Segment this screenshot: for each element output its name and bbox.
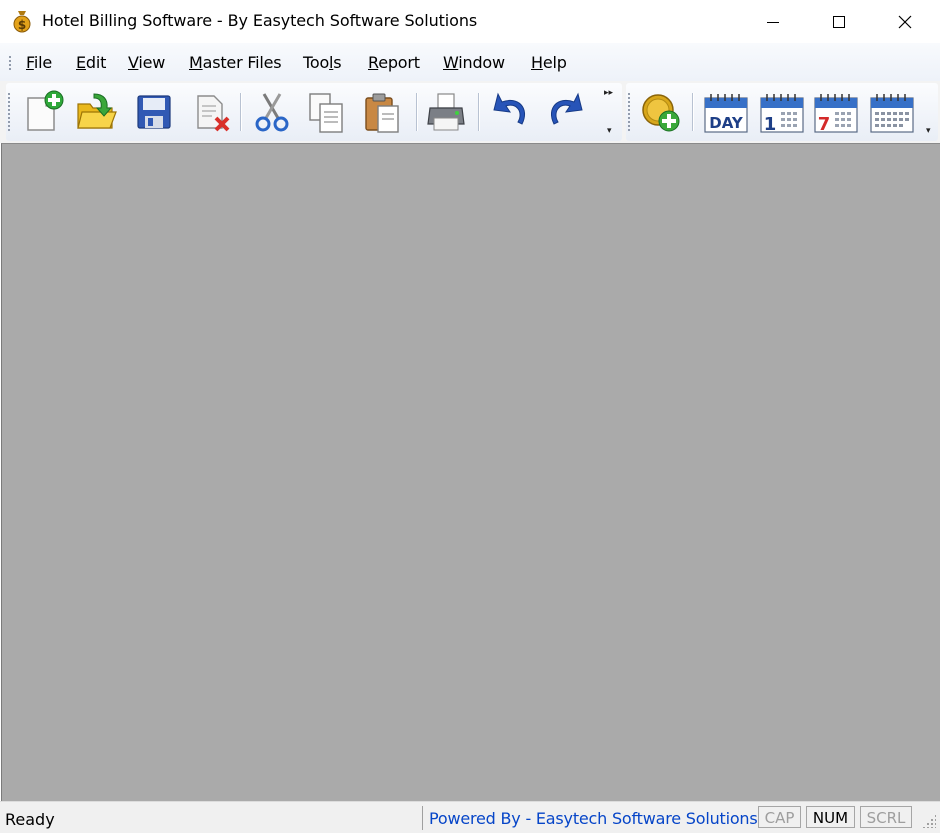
menu-master-files[interactable]: Master Files	[189, 53, 282, 72]
menu-tools[interactable]: Tools	[303, 53, 342, 72]
paste-icon	[365, 93, 399, 133]
close-icon	[898, 15, 912, 28]
copy-icon	[309, 93, 343, 133]
menu-help[interactable]: Help	[531, 53, 567, 72]
add-bill-icon	[642, 94, 680, 132]
menu-view-mnemonic: V	[128, 53, 139, 72]
toolbar-overflow-chevron-icon[interactable]: ▾	[607, 127, 612, 136]
mdi-client-area[interactable]	[1, 143, 940, 801]
undo-button[interactable]	[484, 86, 536, 138]
resize-grip-icon[interactable]	[922, 814, 936, 828]
toolbar-grip[interactable]	[628, 92, 630, 132]
menu-edit-label: dit	[85, 53, 107, 72]
menu-edit[interactable]: Edit	[76, 53, 106, 72]
menu-tools-label: s	[333, 53, 342, 72]
day-label: DAY	[709, 114, 744, 132]
add-bill-button[interactable]	[634, 86, 686, 138]
cut-button[interactable]	[246, 86, 298, 138]
calendar-7-label: 7	[818, 114, 831, 134]
status-bar: Ready Powered By - Easytech Software Sol…	[0, 801, 940, 833]
calendar-month-icon	[870, 94, 914, 133]
open-folder-icon	[77, 93, 117, 129]
menu-file-label: ile	[33, 53, 52, 72]
toolbar-area: ▸▸ ▾ DAY 1 7 ▾	[0, 81, 940, 143]
toolbar-overflow-chevron-icon[interactable]: ▾	[926, 127, 931, 136]
new-button[interactable]	[18, 86, 70, 138]
print-icon	[427, 93, 465, 131]
status-ready-text: Ready	[5, 810, 55, 829]
calendar-7-button[interactable]: 7	[810, 86, 862, 138]
toolbar-separator	[478, 93, 480, 131]
billing-toolbar: DAY 1 7 ▾	[626, 83, 938, 141]
copy-button[interactable]	[300, 86, 352, 138]
save-button[interactable]	[128, 86, 180, 138]
delete-document-icon	[197, 95, 230, 132]
menu-edit-mnemonic: E	[76, 53, 86, 72]
menu-tools-pre: Too	[303, 53, 330, 72]
new-document-icon	[27, 90, 64, 131]
print-button[interactable]	[420, 86, 472, 138]
menu-report[interactable]: Report	[368, 53, 420, 72]
paste-button[interactable]	[356, 86, 408, 138]
menu-window-label: indow	[458, 53, 505, 72]
minimize-button[interactable]	[750, 0, 796, 43]
undo-icon	[493, 92, 525, 125]
day-report-icon: DAY	[704, 94, 748, 133]
calendar-1-label: 1	[764, 114, 777, 134]
menu-file-mnemonic: F	[26, 53, 34, 72]
menu-master-files-mnemonic: M	[189, 53, 203, 72]
toolbar-separator	[416, 93, 418, 131]
menu-report-mnemonic: R	[368, 53, 379, 72]
menu-window-mnemonic: W	[443, 53, 459, 72]
toolbar-separator	[692, 93, 694, 131]
close-button[interactable]	[882, 0, 928, 43]
delete-button[interactable]	[186, 86, 238, 138]
toolbar-separator	[240, 93, 242, 131]
calendar-1-button[interactable]: 1	[756, 86, 808, 138]
menu-view[interactable]: View	[128, 53, 165, 72]
powered-by-text: Powered By - Easytech Software Solutions	[429, 809, 758, 828]
standard-toolbar: ▸▸ ▾	[6, 83, 622, 141]
redo-button[interactable]	[540, 86, 592, 138]
menu-bar: File Edit View Master Files Tools Report…	[0, 43, 940, 81]
maximize-button[interactable]	[816, 0, 862, 43]
menu-help-mnemonic: H	[531, 53, 543, 72]
scroll-lock-indicator: SCRL	[860, 806, 912, 828]
save-icon	[137, 95, 171, 129]
day-report-button[interactable]: DAY	[700, 86, 752, 138]
toolbar-overflow-top-icon[interactable]: ▸▸	[604, 89, 613, 98]
calendar-7-icon: 7	[814, 94, 858, 134]
menu-report-label: eport	[378, 53, 420, 72]
maximize-icon	[833, 15, 845, 28]
window-title: Hotel Billing Software - By Easytech Sof…	[42, 11, 478, 30]
toolbar-grip[interactable]	[8, 92, 10, 132]
dollar-bag-icon[interactable]: $	[12, 9, 32, 33]
title-bar: $ Hotel Billing Software - By Easytech S…	[0, 0, 940, 43]
open-button[interactable]	[70, 86, 122, 138]
menu-help-label: elp	[542, 53, 567, 72]
minimize-icon	[767, 21, 779, 23]
menu-window[interactable]: Window	[443, 53, 505, 72]
menu-file[interactable]: File	[26, 53, 52, 72]
num-lock-indicator: NUM	[806, 806, 855, 828]
status-divider	[422, 806, 423, 830]
caps-lock-indicator: CAP	[758, 806, 801, 828]
calendar-1-icon: 1	[760, 94, 804, 134]
menu-grip[interactable]	[9, 55, 11, 71]
redo-icon	[551, 92, 583, 125]
menu-view-label: iew	[138, 53, 166, 72]
menu-master-files-label: aster Files	[202, 53, 282, 72]
svg-text:$: $	[18, 18, 26, 32]
cut-icon	[255, 93, 289, 132]
calendar-month-button[interactable]	[866, 86, 918, 138]
